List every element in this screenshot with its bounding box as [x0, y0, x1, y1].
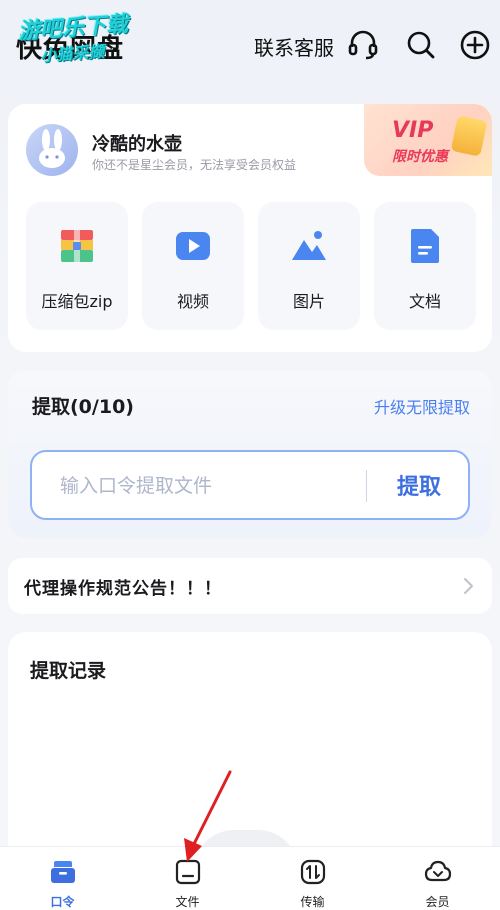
- notice-text: 代理操作规范公告！！！: [24, 579, 222, 599]
- tab-membership[interactable]: 会员: [375, 847, 500, 910]
- folder-icon: [175, 859, 201, 885]
- category-label: 视频: [176, 292, 209, 311]
- divider: [366, 470, 367, 502]
- extract-card: 提取(0/10) 升级无限提取 提取: [8, 370, 492, 538]
- history-title: 提取记录: [30, 660, 107, 682]
- gift-icon: [450, 115, 488, 157]
- category-label: 图片: [292, 292, 325, 311]
- zip-archive-icon: [61, 230, 93, 262]
- avatar[interactable]: [26, 124, 78, 176]
- tab-label: 传输: [300, 895, 325, 909]
- extract-code-input[interactable]: [60, 472, 350, 500]
- chevron-right-icon: [463, 577, 474, 595]
- category-video[interactable]: 视频: [142, 202, 244, 330]
- inbox-icon: [51, 861, 75, 883]
- extract-code-box: 提取: [30, 450, 470, 520]
- tab-password[interactable]: 口令: [0, 847, 125, 910]
- category-label: 文档: [408, 292, 441, 311]
- image-icon: [292, 231, 326, 260]
- vip-promo-banner[interactable]: VIP 限时优惠: [364, 104, 492, 176]
- extract-history-card: 提取记录: [8, 632, 492, 870]
- add-circle-icon[interactable]: [458, 28, 492, 62]
- extract-title: 提取(0/10): [32, 396, 134, 418]
- upgrade-unlimited-link[interactable]: 升级无限提取: [374, 394, 470, 418]
- headset-icon[interactable]: [346, 28, 380, 62]
- video-icon: [176, 232, 210, 260]
- category-image[interactable]: 图片: [258, 202, 360, 330]
- tab-label: 口令: [50, 895, 75, 909]
- user-card: 冷酷的水壶 你还不是星尘会员，无法享受会员权益 VIP 限时优惠 压缩包zip …: [8, 104, 492, 352]
- document-icon: [411, 229, 439, 263]
- bottom-tab-bar: 口令 文件 传输 会员: [0, 846, 500, 910]
- cloud-icon: [424, 860, 452, 882]
- vip-badge-title: VIP: [392, 118, 434, 143]
- category-document[interactable]: 文档: [374, 202, 476, 330]
- membership-note: 你还不是星尘会员，无法享受会员权益: [92, 158, 297, 172]
- username: 冷酷的水壶: [92, 134, 182, 155]
- category-zip[interactable]: 压缩包zip: [26, 202, 128, 330]
- category-label: 压缩包zip: [41, 292, 113, 311]
- extract-button[interactable]: 提取: [384, 469, 454, 501]
- tab-label: 文件: [175, 895, 200, 909]
- tab-label: 会员: [425, 895, 450, 909]
- watermark-subtext: 小猫采撷: [39, 41, 105, 66]
- rabbit-avatar-icon: [39, 129, 65, 168]
- tab-files[interactable]: 文件: [125, 847, 250, 910]
- contact-support-link[interactable]: 联系客服: [254, 32, 334, 61]
- search-icon[interactable]: [404, 28, 438, 62]
- tab-transfer[interactable]: 传输: [250, 847, 375, 910]
- vip-badge-subtitle: 限时优惠: [392, 149, 448, 165]
- notice-row[interactable]: 代理操作规范公告！！！: [8, 558, 492, 614]
- top-bar: 快兔网盘 游吧乐下载 小猫采撷 联系客服: [0, 0, 500, 95]
- transfer-icon: [300, 859, 326, 885]
